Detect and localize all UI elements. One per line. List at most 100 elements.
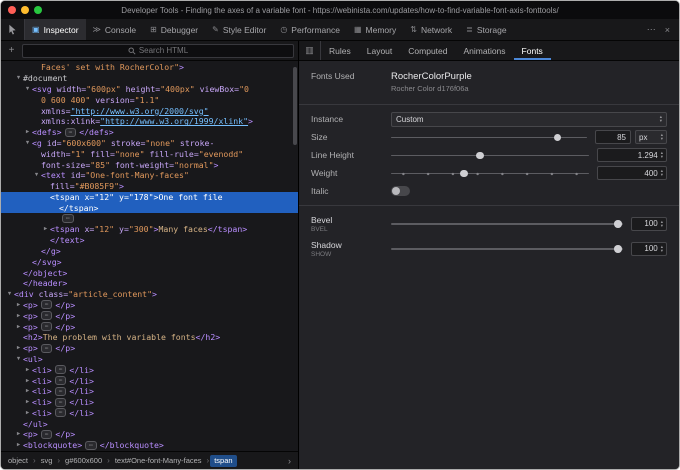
markup-line[interactable]: <h2>The problem with variable fonts</h2> [1,332,298,343]
markup-line[interactable]: </tspan> [1,202,298,213]
collapsed-content-pill[interactable]: ⋯ [55,365,67,374]
collapsed-content-pill[interactable]: ⋯ [55,408,67,417]
markup-line[interactable]: </text> [1,235,298,246]
markup-line[interactable]: <tspan x="12" y="178">One font file [1,192,298,203]
stepper-icon[interactable]: ▴▾ [661,245,663,252]
minimize-window-button[interactable] [21,6,29,14]
breadcrumb-item[interactable]: object [4,455,32,467]
instance-select[interactable]: Custom ▴▾ [391,112,667,127]
expand-arrow-icon[interactable]: ▼ [14,356,23,362]
slider-thumb-icon[interactable] [554,134,562,142]
markup-line[interactable]: 0 600 400" version="1.1" [1,94,298,105]
axis-input[interactable]: 100▴▾ [631,242,667,256]
markup-line[interactable]: ▶<p>⋯</p> [1,429,298,440]
markup-line[interactable]: ▶<li>⋯</li> [1,386,298,397]
tab-layout[interactable]: Layout [359,41,401,60]
weight-input[interactable]: 400 ▴▾ [597,166,667,180]
tab-animations[interactable]: Animations [455,41,513,60]
markup-line[interactable]: Faces' set with RocherColor"> [1,62,298,73]
italic-toggle[interactable] [391,186,410,196]
expand-arrow-icon[interactable]: ▼ [32,172,41,178]
collapsed-content-pill[interactable]: ⋯ [62,214,74,223]
markup-line[interactable]: </ul> [1,418,298,429]
collapse-arrow-icon[interactable]: ▶ [14,324,23,330]
collapse-arrow-icon[interactable]: ▶ [14,302,23,308]
markup-scrollbar[interactable] [293,67,297,145]
markup-line[interactable]: ▶<tspan x="12" y="300">Many faces</tspan… [1,224,298,235]
collapse-arrow-icon[interactable]: ▶ [14,345,23,351]
tab-inspector[interactable]: ▣Inspector [25,19,86,40]
breadcrumb-item[interactable]: text#One-font-Many-faces [111,455,206,467]
collapsed-content-pill[interactable]: ⋯ [41,430,53,439]
markup-line[interactable]: ▶<li>⋯</li> [1,397,298,408]
collapse-arrow-icon[interactable]: ▶ [41,226,50,232]
collapsed-content-pill[interactable]: ⋯ [41,300,53,309]
collapsed-content-pill[interactable]: ⋯ [85,441,97,450]
markup-line[interactable]: ▶<p>⋯</p> [1,310,298,321]
slider-thumb-icon[interactable] [614,220,622,228]
weight-slider[interactable] [391,166,589,180]
markup-line[interactable]: ▶<defs>⋯</defs> [1,127,298,138]
axis-input[interactable]: 100▴▾ [631,217,667,231]
markup-line[interactable]: ⋯ [1,213,298,224]
collapse-arrow-icon[interactable]: ▶ [23,129,32,135]
breadcrumb-item[interactable]: g#600x600 [61,455,106,467]
collapse-arrow-icon[interactable]: ▶ [23,388,32,394]
line-height-slider[interactable] [391,148,589,162]
markup-line[interactable]: ▼<text id="One-font-Many-faces" [1,170,298,181]
shadow-slider[interactable] [391,242,623,256]
tab-storage[interactable]: ≣Storage [459,19,513,40]
stepper-icon[interactable]: ▴▾ [661,220,663,227]
markup-line[interactable]: font-size="85" font-weight="normal"> [1,159,298,170]
search-input[interactable]: Search HTML [22,44,294,58]
stepper-icon[interactable]: ▴▾ [661,133,663,140]
expand-arrow-icon[interactable]: ▼ [5,291,14,297]
zoom-window-button[interactable] [34,6,42,14]
breadcrumb-item[interactable]: tspan [210,455,236,467]
stepper-icon[interactable]: ▴▾ [661,151,663,158]
markup-line[interactable]: xmlns="http://www.w3.org/2000/svg" [1,105,298,116]
collapse-arrow-icon[interactable]: ▶ [14,431,23,437]
tab-console[interactable]: ≫Console [86,19,144,40]
markup-line[interactable]: </object> [1,267,298,278]
markup-line[interactable]: ▶<li>⋯</li> [1,375,298,386]
markup-line[interactable]: ▼<g id="600x600" stroke="none" stroke- [1,138,298,149]
markup-line[interactable]: ▶<li>⋯</li> [1,408,298,419]
markup-line[interactable]: ▶<p>⋯</p> [1,321,298,332]
markup-line[interactable]: xmlns:xlink="http://www.w3.org/1999/xlin… [1,116,298,127]
collapsed-content-pill[interactable]: ⋯ [55,376,67,385]
split-pane-icon[interactable]: ▥ [299,41,321,60]
markup-line[interactable]: width="1" fill="none" fill-rule="evenodd… [1,148,298,159]
collapse-arrow-icon[interactable]: ▶ [14,313,23,319]
markup-line[interactable]: </svg> [1,256,298,267]
collapsed-content-pill[interactable]: ⋯ [55,387,67,396]
close-devtools-icon[interactable]: × [665,25,670,35]
markup-line[interactable]: </header> [1,278,298,289]
tab-fonts[interactable]: Fonts [514,41,551,60]
markup-line[interactable]: ▼<svg width="600px" height="400px" viewB… [1,84,298,95]
markup-line[interactable]: ▶<p>⋯</p> [1,343,298,354]
markup-line[interactable]: ▼#document [1,73,298,84]
size-slider[interactable] [391,130,587,144]
slider-thumb-icon[interactable] [460,170,468,178]
tab-style-editor[interactable]: ✎Style Editor [205,19,273,40]
slider-thumb-icon[interactable] [614,245,622,253]
close-window-button[interactable] [8,6,16,14]
collapse-arrow-icon[interactable]: ▶ [23,399,32,405]
tab-debugger[interactable]: ⊞Debugger [143,19,205,40]
stepper-icon[interactable]: ▴▾ [661,169,663,176]
tab-computed[interactable]: Computed [400,41,455,60]
menu-dots-icon[interactable]: ⋯ [647,24,656,35]
node-picker-button[interactable] [1,19,25,40]
size-unit-select[interactable]: px ▴▾ [635,130,667,144]
markup-line[interactable]: ▼<div class="article_content"> [1,289,298,300]
tab-memory[interactable]: ▦Memory [347,19,403,40]
collapse-arrow-icon[interactable]: ▶ [14,442,23,448]
breadcrumb-scroll-right-icon[interactable]: › [284,456,295,466]
markup-line[interactable]: fill="#B085F9"> [1,181,298,192]
line-height-input[interactable]: 1.294 ▴▾ [597,148,667,162]
collapsed-content-pill[interactable]: ⋯ [41,344,53,353]
collapse-arrow-icon[interactable]: ▶ [23,410,32,416]
collapsed-content-pill[interactable]: ⋯ [41,322,53,331]
collapsed-content-pill[interactable]: ⋯ [65,128,77,137]
